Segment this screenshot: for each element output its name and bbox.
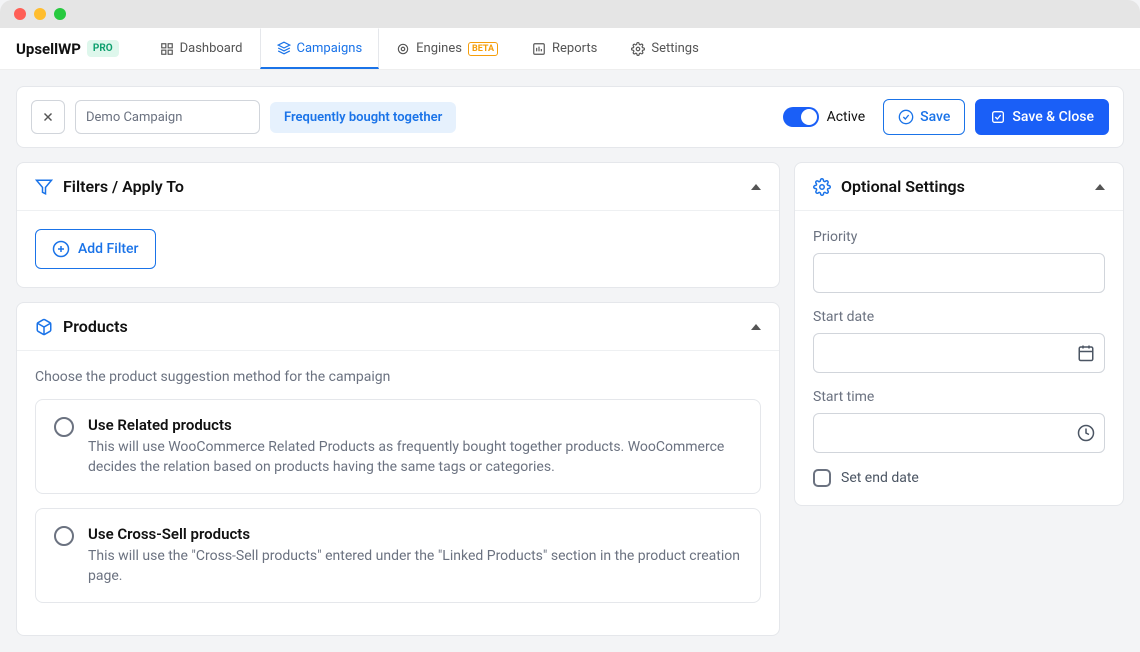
option-content: Use Related products This will use WooCo… [88, 416, 742, 477]
calendar-icon[interactable] [1077, 344, 1095, 362]
plus-circle-icon [52, 240, 70, 258]
optional-settings-panel: Optional Settings Priority Start date [794, 162, 1124, 506]
filter-icon [35, 178, 53, 196]
set-end-date-label: Set end date [841, 470, 919, 486]
add-filter-label: Add Filter [78, 241, 139, 257]
option-desc: This will use the "Cross-Sell products" … [88, 547, 742, 586]
products-panel-head[interactable]: Products [17, 303, 779, 351]
maximize-window-icon[interactable] [54, 8, 66, 20]
campaign-header: Frequently bought together Active Save S… [16, 86, 1124, 148]
priority-field: Priority [813, 229, 1105, 293]
tab-settings-label: Settings [651, 41, 698, 56]
box-icon [35, 318, 53, 336]
active-label: Active [827, 109, 866, 125]
option-title: Use Related products [88, 416, 742, 434]
engines-icon [396, 42, 410, 56]
topbar: UpsellWP PRO Dashboard Campaigns Engines… [0, 28, 1140, 70]
chevron-up-icon [751, 184, 761, 190]
option-desc: This will use WooCommerce Related Produc… [88, 438, 742, 477]
checkbox-icon[interactable] [813, 469, 831, 487]
products-title: Products [63, 317, 128, 336]
main-grid: Filters / Apply To Add Filter Products [16, 162, 1124, 636]
radio-icon[interactable] [54, 526, 74, 546]
option-title: Use Cross-Sell products [88, 525, 742, 543]
radio-icon[interactable] [54, 417, 74, 437]
tab-campaigns[interactable]: Campaigns [260, 28, 380, 69]
tab-engines-label: Engines [416, 41, 462, 56]
option-cross-sell-products[interactable]: Use Cross-Sell products This will use th… [35, 508, 761, 603]
chevron-up-icon [751, 324, 761, 330]
save-close-button-label: Save & Close [1012, 109, 1094, 125]
start-date-input[interactable] [813, 333, 1105, 373]
products-panel: Products Choose the product suggestion m… [16, 302, 780, 636]
products-helper-text: Choose the product suggestion method for… [35, 369, 761, 385]
dashboard-icon [160, 42, 174, 56]
optional-settings-body: Priority Start date Start time [795, 211, 1123, 505]
products-panel-body: Choose the product suggestion method for… [17, 351, 779, 635]
clock-icon[interactable] [1077, 424, 1095, 442]
settings-icon [631, 42, 645, 56]
start-time-input[interactable] [813, 413, 1105, 453]
optional-settings-head[interactable]: Optional Settings [795, 163, 1123, 211]
gear-icon [813, 178, 831, 196]
left-column: Filters / Apply To Add Filter Products [16, 162, 780, 636]
start-date-field: Start date [813, 309, 1105, 373]
clipboard-check-icon [990, 109, 1006, 125]
beta-badge: BETA [468, 42, 498, 56]
brand-name: UpsellWP [16, 40, 81, 58]
campaign-name-input[interactable] [75, 100, 260, 134]
start-date-label: Start date [813, 309, 1105, 325]
save-button-label: Save [920, 109, 950, 125]
tab-engines[interactable]: Engines BETA [379, 28, 515, 69]
active-toggle-wrap: Active [783, 107, 866, 127]
layers-icon [277, 41, 291, 55]
window-chrome [0, 0, 1140, 28]
chevron-up-icon [1095, 184, 1105, 190]
check-circle-icon [898, 109, 914, 125]
start-time-field: Start time [813, 389, 1105, 453]
close-window-icon[interactable] [14, 8, 26, 20]
set-end-date-row[interactable]: Set end date [813, 469, 1105, 487]
filters-panel: Filters / Apply To Add Filter [16, 162, 780, 288]
close-button[interactable] [31, 100, 65, 134]
tab-campaigns-label: Campaigns [297, 41, 363, 56]
save-button[interactable]: Save [883, 99, 965, 135]
priority-input[interactable] [813, 253, 1105, 293]
tab-dashboard[interactable]: Dashboard [143, 28, 260, 69]
optional-settings-title: Optional Settings [841, 177, 965, 196]
option-related-products[interactable]: Use Related products This will use WooCo… [35, 399, 761, 494]
campaign-type-badge: Frequently bought together [270, 102, 456, 133]
reports-icon [532, 42, 546, 56]
start-time-label: Start time [813, 389, 1105, 405]
add-filter-button[interactable]: Add Filter [35, 229, 156, 269]
filters-title: Filters / Apply To [63, 177, 184, 196]
tab-reports-label: Reports [552, 41, 597, 56]
content-wrapper: Frequently bought together Active Save S… [0, 70, 1140, 652]
tab-dashboard-label: Dashboard [180, 41, 243, 56]
filters-panel-head[interactable]: Filters / Apply To [17, 163, 779, 211]
right-column: Optional Settings Priority Start date [794, 162, 1124, 506]
filters-panel-body: Add Filter [17, 211, 779, 287]
close-icon [41, 110, 55, 124]
tab-settings[interactable]: Settings [614, 28, 715, 69]
option-content: Use Cross-Sell products This will use th… [88, 525, 742, 586]
nav-tabs: Dashboard Campaigns Engines BETA Reports… [143, 28, 716, 69]
pro-badge: PRO [87, 40, 119, 57]
active-toggle[interactable] [783, 107, 819, 127]
priority-label: Priority [813, 229, 1105, 245]
save-close-button[interactable]: Save & Close [975, 99, 1109, 135]
minimize-window-icon[interactable] [34, 8, 46, 20]
tab-reports[interactable]: Reports [515, 28, 614, 69]
